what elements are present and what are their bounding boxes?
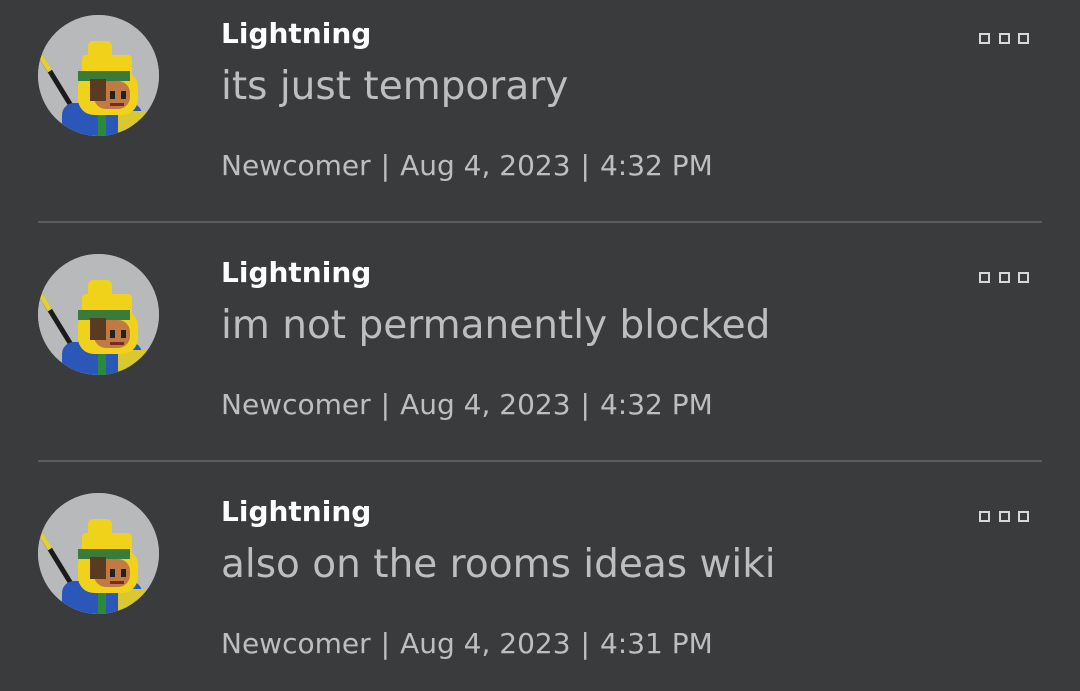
more-options-icon — [1018, 32, 1029, 44]
comment-message: im not permanently blocked — [221, 303, 771, 348]
comment-message: its just temporary — [221, 64, 569, 109]
avatar[interactable] — [38, 254, 159, 375]
more-options-icon — [998, 510, 1010, 522]
comment-message: also on the rooms ideas wiki — [221, 542, 776, 587]
comment-rank: Newcomer — [221, 149, 371, 182]
more-options-icon — [1018, 510, 1029, 522]
comment-username[interactable]: Lightning — [221, 255, 371, 291]
avatar-icon — [38, 15, 159, 136]
comment-time: 4:32 PM — [599, 149, 713, 182]
meta-separator: | — [380, 388, 391, 421]
more-options-icon — [998, 32, 1010, 44]
comment-date: Aug 4, 2023 — [400, 627, 571, 660]
avatar[interactable] — [38, 15, 159, 136]
meta-separator: | — [380, 149, 391, 182]
more-options-icon — [1018, 271, 1029, 283]
more-options-button[interactable] — [979, 28, 1029, 48]
avatar-icon — [38, 254, 159, 375]
comment-username[interactable]: Lightning — [221, 16, 371, 52]
comment-meta: Newcomer | Aug 4, 2023 | 4:31 PM — [221, 626, 713, 662]
more-options-icon — [979, 271, 990, 283]
comment-date: Aug 4, 2023 — [400, 149, 571, 182]
divider — [38, 221, 1042, 223]
comment-meta: Newcomer | Aug 4, 2023 | 4:32 PM — [221, 148, 713, 184]
comment-username[interactable]: Lightning — [221, 494, 371, 530]
meta-separator: | — [580, 627, 590, 660]
more-options-icon — [998, 271, 1010, 283]
comment-item: Lightning im not permanently blocked New… — [0, 239, 1080, 478]
comment-meta: Newcomer | Aug 4, 2023 | 4:32 PM — [221, 387, 713, 423]
avatar[interactable] — [38, 493, 159, 614]
more-options-button[interactable] — [979, 267, 1029, 287]
comment-rank: Newcomer — [221, 627, 371, 660]
comment-time: 4:31 PM — [599, 627, 713, 660]
more-options-button[interactable] — [979, 506, 1029, 526]
divider — [38, 460, 1042, 462]
comment-time: 4:32 PM — [599, 388, 713, 421]
meta-separator: | — [580, 388, 590, 421]
comment-feed: Lightning its just temporary Newcomer | Au… — [0, 0, 1080, 691]
comment-rank: Newcomer — [221, 388, 371, 421]
more-options-icon — [979, 510, 990, 522]
meta-separator: | — [580, 149, 590, 182]
meta-separator: | — [380, 627, 391, 660]
more-options-icon — [979, 32, 990, 44]
comment-item: Lightning also on the rooms ideas wiki N… — [0, 478, 1080, 691]
comment-item: Lightning its just temporary Newcomer | Au… — [0, 0, 1080, 239]
avatar-icon — [38, 493, 159, 614]
comment-date: Aug 4, 2023 — [400, 388, 571, 421]
